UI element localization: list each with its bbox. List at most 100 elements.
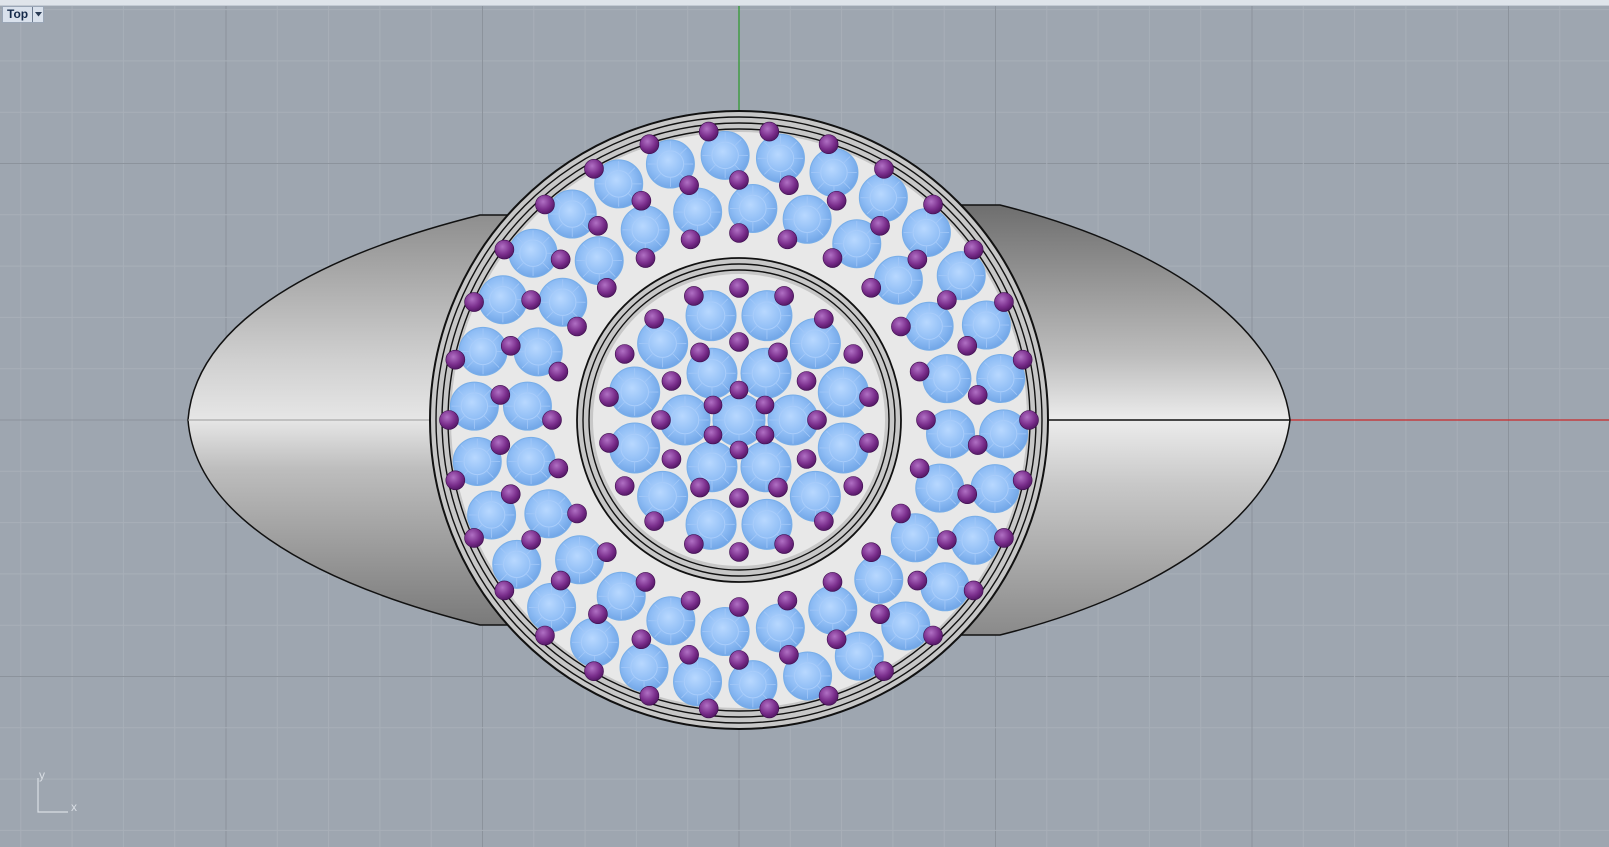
purple-prong: [796, 449, 817, 469]
purple-prong: [445, 470, 466, 491]
purple-prong: [963, 580, 984, 601]
purple-prong: [599, 387, 619, 407]
purple-prong: [679, 644, 699, 665]
purple-prong: [631, 629, 652, 650]
blue-stone: [619, 642, 669, 692]
purple-prong: [916, 410, 936, 430]
purple-prong: [614, 344, 635, 364]
purple-prong: [500, 336, 521, 356]
purple-prong: [690, 477, 710, 498]
blue-stone: [574, 236, 624, 286]
axis-y-label: y: [39, 768, 45, 782]
chevron-down-icon[interactable]: [32, 7, 43, 22]
blue-stone: [789, 318, 841, 370]
purple-prong: [584, 159, 604, 179]
blue-stone: [901, 208, 951, 258]
blue-stone: [673, 657, 723, 707]
purple-prong: [861, 542, 882, 563]
purple-prong: [923, 194, 943, 215]
purple-prong: [768, 342, 788, 363]
purple-prong: [567, 503, 587, 524]
purple-prong: [963, 239, 984, 260]
blue-stone: [478, 275, 528, 325]
blue-stone: [922, 354, 972, 404]
purple-prong: [777, 590, 798, 611]
purple-prong: [542, 410, 562, 430]
purple-prong: [891, 316, 911, 337]
purple-prong: [923, 625, 943, 646]
blue-stone: [570, 617, 620, 667]
purple-prong: [690, 342, 710, 363]
purple-prong: [729, 440, 749, 460]
purple-prong: [639, 686, 660, 706]
purple-prong: [439, 410, 459, 430]
purple-prong: [814, 309, 834, 329]
purple-prong: [703, 395, 723, 415]
purple-prong: [644, 511, 664, 531]
purple-prong: [698, 698, 719, 719]
purple-prong: [891, 503, 911, 524]
purple-prong: [548, 458, 569, 479]
purple-prong: [755, 395, 775, 415]
purple-prong: [779, 644, 799, 665]
viewport-title[interactable]: Top: [3, 7, 32, 22]
purple-prong: [1012, 470, 1033, 491]
blue-stone: [950, 515, 1000, 565]
purple-prong: [774, 286, 794, 306]
purple-prong: [909, 458, 930, 479]
purple-prong: [859, 387, 879, 407]
purple-prong: [729, 488, 749, 508]
purple-prong: [521, 530, 541, 550]
purple-prong: [703, 425, 723, 445]
purple-prong: [826, 629, 847, 650]
purple-prong: [870, 604, 890, 624]
purple-prong: [631, 190, 652, 211]
blue-stone: [673, 187, 723, 237]
purple-prong: [729, 223, 749, 243]
purple-prong: [661, 449, 682, 469]
purple-prong: [684, 286, 704, 306]
purple-prong: [822, 572, 843, 592]
purple-prong: [957, 336, 978, 356]
purple-prong: [814, 511, 834, 531]
purple-prong: [729, 278, 749, 298]
purple-prong: [774, 534, 794, 554]
purple-prong: [937, 290, 957, 310]
purple-prong: [994, 292, 1014, 312]
viewport-canvas[interactable]: [0, 0, 1609, 847]
blue-stone: [637, 318, 689, 370]
purple-prong: [679, 175, 699, 196]
purple-prong: [807, 410, 827, 430]
purple-prong: [729, 542, 749, 562]
purple-prong: [729, 332, 749, 352]
purple-prong: [614, 476, 635, 496]
blue-stone: [755, 603, 805, 653]
purple-prong: [759, 121, 780, 142]
purple-prong: [567, 316, 587, 337]
blue-stone: [881, 601, 931, 651]
purple-prong: [464, 528, 484, 548]
blue-stone: [637, 470, 689, 522]
purple-prong: [651, 410, 671, 430]
blue-stone: [970, 464, 1020, 514]
purple-prong: [818, 686, 839, 706]
blue-stone: [620, 205, 670, 255]
viewport-title-tab[interactable]: Top: [2, 6, 45, 23]
purple-prong: [1019, 410, 1039, 430]
purple-prong: [661, 371, 682, 391]
axis-x-label: x: [71, 800, 77, 814]
blue-stone: [789, 470, 841, 522]
purple-prong: [826, 190, 847, 211]
blue-stone: [547, 189, 597, 239]
purple-prong: [859, 433, 879, 453]
purple-prong: [1012, 349, 1033, 370]
purple-prong: [584, 661, 604, 681]
purple-prong: [500, 484, 521, 504]
purple-prong: [680, 229, 701, 250]
purple-prong: [635, 248, 656, 268]
purple-prong: [445, 349, 466, 370]
top-viewport[interactable]: Top y x: [0, 0, 1609, 847]
blue-stone: [755, 133, 805, 183]
purple-prong: [698, 121, 719, 142]
purple-prong: [818, 134, 839, 154]
